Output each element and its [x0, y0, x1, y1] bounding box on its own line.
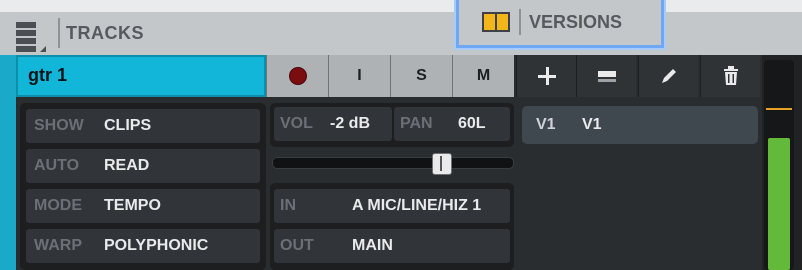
versions-tab[interactable]: VERSIONS: [456, 0, 664, 48]
warp-row[interactable]: WARP POLYPHONIC: [26, 229, 260, 263]
track-color-strip: [0, 55, 16, 270]
tracks-layout-icon[interactable]: [14, 20, 48, 54]
rename-version-button[interactable]: [638, 55, 698, 97]
volume-value: -2 dB: [330, 115, 370, 132]
divider: [58, 18, 60, 48]
auto-label: AUTO: [34, 157, 80, 174]
show-label: SHOW: [34, 117, 84, 134]
divider: [519, 9, 521, 35]
mode-label: MODE: [34, 197, 82, 214]
auto-value: READ: [104, 157, 150, 174]
input-row[interactable]: IN A MIC/LINE/HIZ 1: [274, 189, 510, 223]
level-meter: [764, 60, 794, 270]
delete-version-button[interactable]: [700, 55, 760, 97]
pan-slider[interactable]: [272, 157, 514, 169]
trash-icon: [723, 66, 738, 85]
input-monitor-button[interactable]: I: [328, 55, 390, 97]
version-name: V1: [582, 116, 602, 133]
tracks-tab-label[interactable]: TRACKS: [66, 23, 144, 44]
versions-icon: [482, 12, 510, 32]
mixer-panel: VOL -2 dB PAN 60L: [270, 103, 514, 147]
pencil-icon: [661, 69, 676, 83]
top-bar: TRACKS: [0, 0, 802, 55]
input-label: IN: [280, 197, 296, 214]
mode-row[interactable]: MODE TEMPO: [26, 189, 260, 223]
add-icon: [537, 67, 556, 85]
track-settings-panel: SHOW CLIPS AUTO READ MODE TEMPO WARP POL…: [20, 103, 266, 270]
version-id: V1: [536, 116, 556, 133]
show-value: CLIPS: [104, 117, 152, 134]
warp-value: POLYPHONIC: [104, 237, 209, 254]
version-item[interactable]: V1 V1: [522, 106, 758, 144]
track-name[interactable]: gtr 1: [16, 55, 266, 97]
mode-value: TEMPO: [104, 197, 161, 214]
input-value: A MIC/LINE/HIZ 1: [352, 197, 482, 214]
meter-level-fill: [768, 138, 790, 270]
pan-slider-handle[interactable]: [431, 153, 452, 175]
output-value: MAIN: [352, 237, 393, 254]
solo-button[interactable]: S: [390, 55, 452, 97]
auto-row[interactable]: AUTO READ: [26, 149, 260, 183]
output-row[interactable]: OUT MAIN: [274, 229, 510, 263]
record-arm-button[interactable]: [266, 55, 328, 97]
versions-tab-label: VERSIONS: [529, 12, 623, 32]
collapse-icon: [597, 71, 616, 82]
record-icon: [288, 67, 307, 85]
output-label: OUT: [280, 237, 314, 254]
pan-label: PAN: [400, 115, 433, 132]
mute-button[interactable]: M: [452, 55, 514, 97]
duplicate-version-button[interactable]: [576, 55, 636, 97]
pan-value: 60L: [458, 115, 486, 132]
io-panel: IN A MIC/LINE/HIZ 1 OUT MAIN: [270, 183, 514, 270]
show-row[interactable]: SHOW CLIPS: [26, 109, 260, 143]
warp-label: WARP: [34, 237, 82, 254]
pan-control[interactable]: PAN 60L: [394, 107, 510, 141]
volume-label: VOL: [280, 115, 313, 132]
volume-control[interactable]: VOL -2 dB: [274, 107, 392, 141]
meter-peak-marker: [766, 108, 792, 110]
add-version-button[interactable]: [516, 55, 576, 97]
